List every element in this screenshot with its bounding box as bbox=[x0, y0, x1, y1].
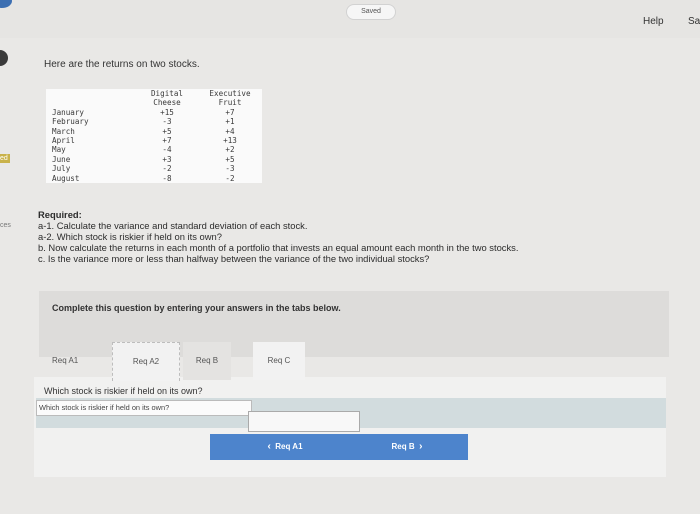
digital-return-cell: +7 bbox=[136, 136, 198, 146]
instructions-text: Complete this question by entering your … bbox=[52, 303, 341, 313]
question-text: Which stock is riskier if held on its ow… bbox=[44, 386, 203, 396]
table-row: March +5 +4 bbox=[46, 126, 262, 137]
month-cell: July bbox=[46, 164, 136, 174]
digital-header-line-2: Cheese bbox=[153, 98, 181, 108]
executive-header-line-1: Executive bbox=[209, 89, 251, 98]
tab-req-b[interactable]: Req B bbox=[183, 342, 231, 380]
month-cell: March bbox=[46, 126, 136, 137]
save-exit-link[interactable]: Sa bbox=[688, 16, 700, 27]
digital-header-line-1: Digital bbox=[150, 89, 183, 98]
tab-req-c[interactable]: Req C bbox=[253, 342, 305, 380]
digital-return-cell: +5 bbox=[136, 126, 198, 137]
month-header bbox=[46, 89, 136, 108]
sidebar-label-ed[interactable]: ed bbox=[0, 154, 10, 163]
required-section: Required: a-1. Calculate the variance an… bbox=[38, 209, 519, 265]
table-row: January +15 +7 bbox=[46, 107, 262, 118]
executive-return-cell: +4 bbox=[198, 126, 262, 137]
table-header-row: Digital Cheese Executive Fruit bbox=[46, 89, 262, 108]
answer-row: Which stock is riskier if held on its ow… bbox=[36, 398, 666, 432]
table-row: July -2 -3 bbox=[46, 164, 262, 174]
next-button-label: Req B bbox=[391, 442, 415, 451]
prev-req-a1-button[interactable]: ‹ Req A1 bbox=[210, 434, 360, 460]
executive-return-cell: +5 bbox=[198, 154, 262, 165]
prev-button-label: Req A1 bbox=[275, 442, 303, 451]
executive-return-cell: +13 bbox=[198, 136, 262, 146]
requirement-item: c. Is the variance more or less than hal… bbox=[38, 252, 430, 264]
month-cell: August bbox=[46, 173, 136, 184]
help-link[interactable]: Help bbox=[643, 16, 664, 27]
logo-icon bbox=[0, 0, 12, 8]
table-row: April +7 +13 bbox=[46, 136, 262, 146]
digital-return-cell: +15 bbox=[136, 107, 198, 118]
digital-cheese-header: Digital Cheese bbox=[136, 89, 198, 108]
table-row: May -4 +2 bbox=[46, 145, 262, 155]
executive-return-cell: -2 bbox=[198, 173, 262, 184]
chevron-left-icon: ‹ bbox=[267, 441, 271, 452]
executive-return-cell: +7 bbox=[198, 107, 262, 118]
table-row: February -3 +1 bbox=[46, 117, 262, 127]
tab-req-a2[interactable]: Req A2 bbox=[112, 342, 180, 381]
executive-return-cell: +1 bbox=[198, 117, 262, 127]
month-cell: April bbox=[46, 136, 136, 146]
executive-fruit-header: Executive Fruit bbox=[198, 89, 262, 108]
table-row: August -8 -2 bbox=[46, 173, 262, 184]
requirement-item: b. Now calculate the returns in each mon… bbox=[38, 241, 519, 253]
digital-return-cell: -8 bbox=[136, 173, 198, 184]
month-cell: February bbox=[46, 117, 136, 127]
executive-return-cell: -3 bbox=[198, 164, 262, 174]
returns-table: Digital Cheese Executive Fruit January +1… bbox=[46, 89, 262, 184]
digital-return-cell: -4 bbox=[136, 145, 198, 155]
executive-return-cell: +2 bbox=[198, 145, 262, 155]
next-req-b-button[interactable]: Req B › bbox=[346, 434, 468, 460]
answer-label: Which stock is riskier if held on its ow… bbox=[36, 400, 252, 416]
month-cell: May bbox=[46, 145, 136, 155]
digital-return-cell: +3 bbox=[136, 154, 198, 165]
top-bar: Saved Help Sa bbox=[0, 0, 700, 38]
saved-status-badge: Saved bbox=[346, 4, 396, 20]
chevron-right-icon: › bbox=[419, 441, 423, 452]
question-marker-icon[interactable] bbox=[0, 50, 8, 66]
digital-return-cell: -3 bbox=[136, 117, 198, 127]
month-cell: June bbox=[46, 154, 136, 165]
executive-header-line-2: Fruit bbox=[218, 98, 242, 108]
sidebar-label-ces[interactable]: ces bbox=[0, 222, 11, 229]
question-navigator: ed ces bbox=[0, 38, 14, 514]
intro-text: Here are the returns on two stocks. bbox=[44, 59, 200, 70]
month-cell: January bbox=[46, 107, 136, 118]
tab-req-a1[interactable]: Req A1 bbox=[52, 342, 98, 380]
table-row: June +3 +5 bbox=[46, 154, 262, 165]
answer-dropdown[interactable] bbox=[248, 411, 360, 432]
digital-return-cell: -2 bbox=[136, 164, 198, 174]
